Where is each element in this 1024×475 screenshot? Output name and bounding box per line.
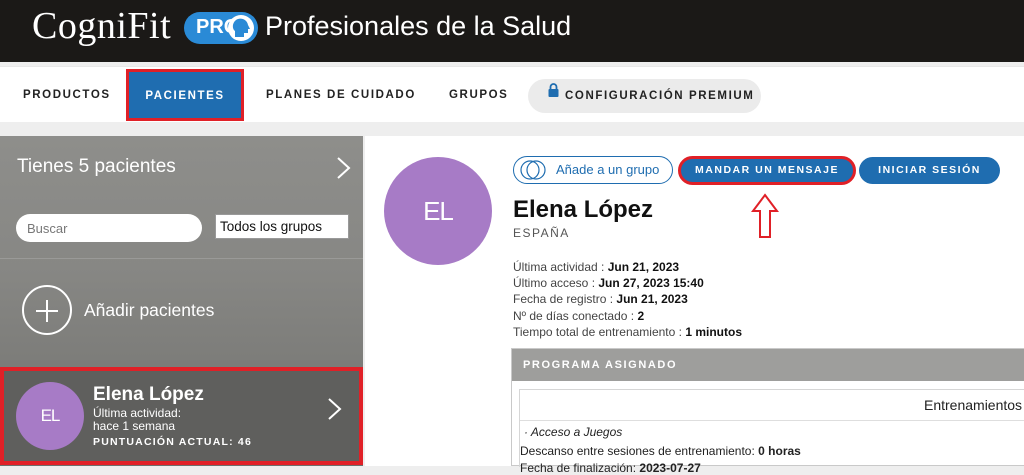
patient-name: Elena López: [93, 384, 204, 405]
info-total-training-time: Tiempo total de entrenamiento : 1 minuto…: [513, 324, 742, 339]
patient-activity: Última actividad: hace 1 semana: [93, 407, 181, 433]
nav-configuracion-premium[interactable]: CONFIGURACIÓN PREMIUM: [528, 79, 761, 113]
info-days-connected: Nº de días conectado : 2: [513, 308, 645, 323]
send-message-button[interactable]: MANDAR UN MENSAJE: [678, 156, 856, 185]
profile-name: Elena López: [513, 196, 654, 223]
profile-avatar: EL: [384, 157, 492, 265]
main-nav: PRODUCTOS PACIENTES PLANES DE CUIDADO GR…: [0, 66, 1024, 122]
sidebar-divider: [0, 258, 363, 259]
patient-score: PUNTUACIÓN ACTUAL: 46: [93, 436, 252, 448]
patient-avatar: EL: [16, 382, 84, 450]
program-end-date: Fecha de finalización: 2023-07-27: [520, 461, 701, 475]
add-to-group-label: Añade a un grupo: [556, 162, 660, 177]
plus-circle-icon: [22, 285, 72, 335]
patient-profile-panel: EL Añade a un grupo MANDAR UN MENSAJE IN…: [365, 136, 1024, 475]
add-patients-label: Añadir pacientes: [84, 300, 215, 320]
profile-info: Última actividad : Jun 21, 2023 Último a…: [513, 259, 742, 340]
group-filter-select[interactable]: Todos los grupos: [215, 214, 349, 239]
patient-activity-value: hace 1 semana: [93, 419, 176, 433]
nav-grupos[interactable]: GRUPOS: [449, 67, 508, 123]
nav-premium-label: CONFIGURACIÓN PREMIUM: [565, 90, 755, 102]
cognifit-logo[interactable]: CogniFit: [32, 4, 171, 48]
nav-planes-de-cuidado[interactable]: PLANES DE CUIDADO: [266, 67, 416, 123]
assigned-program-card: PROGRAMA ASIGNADO Entrenamientos · Acces…: [511, 348, 1024, 475]
assigned-program-header: PROGRAMA ASIGNADO: [512, 349, 1024, 381]
info-last-access: Último acceso : Jun 27, 2023 15:40: [513, 276, 704, 291]
brand-tagline: Profesionales de la Salud: [265, 11, 572, 41]
head-profile-icon: [228, 15, 254, 41]
patient-list-item[interactable]: EL Elena López Última actividad: hace 1 …: [0, 367, 363, 465]
nav-productos[interactable]: PRODUCTOS: [23, 67, 111, 123]
chevron-right-icon: [337, 157, 351, 179]
brand-bar: CogniFit PRO Profesionales de la Salud: [0, 0, 1024, 62]
patients-sidebar: Tienes 5 pacientes Todos los grupos Añad…: [0, 136, 363, 466]
search-input[interactable]: [16, 214, 202, 242]
program-table: Entrenamientos · Acceso a Juegos Descans…: [519, 389, 1024, 475]
patients-count-title: Tienes 5 pacientes: [17, 156, 176, 177]
program-rest-between-sessions: Descanso entre sesiones de entrenamiento…: [520, 444, 801, 458]
add-patients-button[interactable]: Añadir pacientes: [0, 279, 363, 343]
arrow-up-icon: [751, 193, 779, 238]
program-divider: [520, 420, 1024, 421]
patients-count-header[interactable]: Tienes 5 pacientes: [0, 136, 363, 194]
program-column-header: Entrenamientos: [924, 397, 1023, 413]
chevron-right-icon: [328, 398, 342, 420]
info-registration-date: Fecha de registro : Jun 21, 2023: [513, 292, 688, 307]
pro-badge: PRO: [184, 12, 258, 44]
program-access-item: · Acceso a Juegos: [524, 425, 623, 439]
profile-country: ESPAÑA: [513, 226, 570, 240]
group-rings-icon: [520, 160, 546, 180]
add-to-group-button[interactable]: Añade a un grupo: [513, 156, 673, 184]
info-last-activity: Última actividad : Jun 21, 2023: [513, 260, 680, 274]
lock-icon: [548, 77, 559, 111]
nav-pacientes[interactable]: PACIENTES: [126, 69, 244, 121]
login-button[interactable]: INICIAR SESIÓN: [859, 157, 1000, 184]
